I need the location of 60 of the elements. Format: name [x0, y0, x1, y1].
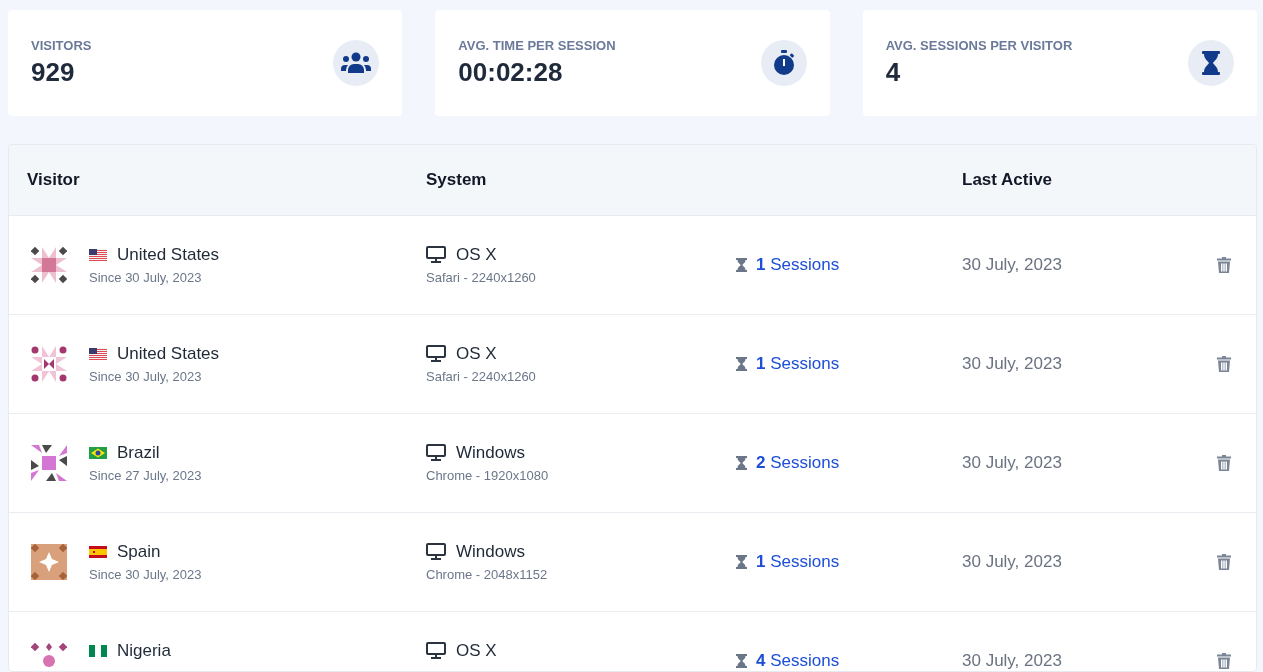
hourglass-icon: [736, 456, 747, 470]
country-name: Brazil: [117, 443, 160, 463]
country-name: Spain: [117, 542, 161, 562]
country-name: Nigeria: [117, 641, 171, 661]
stat-value: 4: [885, 57, 902, 88]
delete-button[interactable]: [1215, 651, 1233, 671]
browser-info: Safari - 2240x1260: [426, 270, 537, 285]
sessions-link[interactable]: 1 Sessions: [756, 255, 840, 275]
delete-button[interactable]: [1215, 255, 1233, 275]
last-active-date: 30 July, 2023: [962, 552, 1063, 572]
browser-info: Chrome - 1920x1080: [426, 468, 550, 483]
last-active-date: 30 July, 2023: [962, 651, 1063, 671]
sessions-link[interactable]: 2 Sessions: [756, 453, 840, 473]
monitor-icon: [426, 543, 446, 561]
column-header: System: [426, 170, 488, 190]
flag-icon: [89, 546, 107, 558]
delete-button[interactable]: [1215, 552, 1233, 572]
visitor-since: Since 30 July, 2023: [89, 567, 202, 582]
hourglass-icon: [736, 654, 747, 668]
last-active-date: 30 July, 2023: [962, 354, 1063, 374]
visitor-since: Since 30 July, 2023: [89, 270, 203, 285]
sessions-link[interactable]: 1 Sessions: [756, 354, 840, 374]
stopwatch-icon: [772, 50, 795, 76]
browser-info: Chrome - 2048x1152: [426, 567, 549, 582]
hourglass-icon: [736, 258, 747, 272]
hourglass-icon: [1202, 51, 1220, 75]
column-header: Last Active: [962, 170, 1054, 190]
os-name: OS X: [456, 641, 497, 661]
sessions-link[interactable]: 1 Sessions: [756, 552, 840, 572]
os-name: OS X: [456, 344, 497, 364]
country-name: United States: [117, 344, 220, 364]
os-name: OS X: [456, 245, 497, 265]
last-active-date: 30 July, 2023: [962, 453, 1063, 473]
delete-button[interactable]: [1215, 453, 1233, 473]
stat-label: AVG. TIME PER SESSION: [458, 38, 616, 53]
last-active-date: 30 July, 2023: [962, 255, 1063, 275]
os-name: Windows: [456, 542, 525, 562]
sessions-link[interactable]: 4 Sessions: [756, 651, 840, 671]
stat-value: 00:02:28: [458, 57, 564, 88]
visitor-since: Since 30 July, 2023: [89, 369, 203, 384]
users-icon: [341, 52, 372, 74]
os-name: Windows: [456, 443, 525, 463]
monitor-icon: [426, 345, 446, 363]
visitor-since: Since 27 July, 2023: [89, 468, 202, 483]
stat-label: AVG. SESSIONS PER VISITOR: [885, 38, 1073, 53]
delete-button[interactable]: [1215, 354, 1233, 374]
flag-icon: [89, 447, 107, 459]
flag-icon: [89, 348, 107, 360]
flag-icon: [89, 645, 107, 657]
monitor-icon: [426, 444, 446, 462]
hourglass-icon: [736, 555, 747, 569]
monitor-icon: [426, 642, 446, 660]
browser-info: Safari - 2240x1260: [426, 369, 537, 384]
stat-value: 929: [31, 57, 76, 88]
hourglass-icon: [736, 357, 747, 371]
country-name: United States: [117, 245, 220, 265]
stat-label: VISITORS: [31, 38, 92, 53]
flag-icon: [89, 249, 107, 261]
monitor-icon: [426, 246, 446, 264]
column-header: Visitor: [27, 170, 81, 190]
